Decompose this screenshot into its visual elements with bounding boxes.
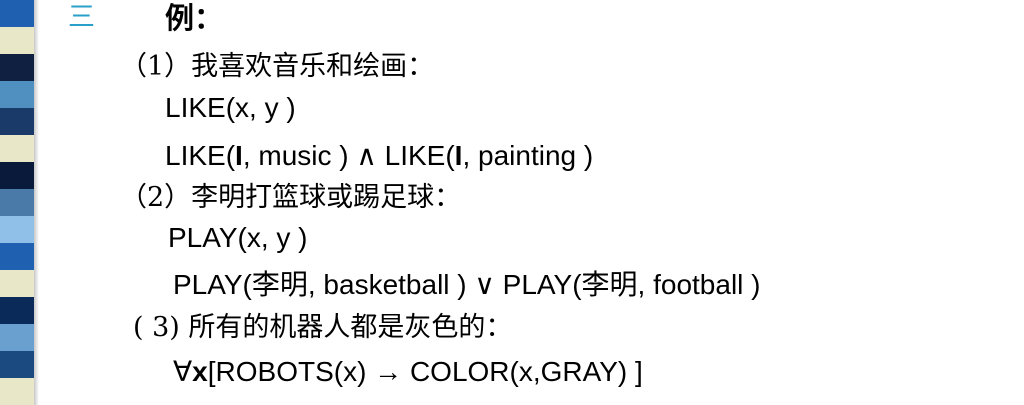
stripe-segment	[0, 297, 34, 324]
example-1-formula: LIKE(I, music ) ∧ LIKE(I, painting )	[165, 139, 593, 173]
stripe-segment	[0, 108, 34, 135]
stripe-segment	[0, 81, 34, 108]
example-2-predicate: PLAY(x, y )	[168, 222, 308, 253]
stripe-segment	[0, 243, 34, 270]
formula-part: PLAY(	[173, 269, 252, 300]
section-number: 三	[68, 2, 95, 33]
side-shadow	[34, 0, 39, 405]
formula-part: , football )	[637, 269, 761, 300]
example-1-predicate: LIKE(x, y )	[165, 92, 296, 123]
formula-part: LIKE(	[165, 140, 236, 171]
example-2-label: （2）李明打篮球或踢足球：	[120, 182, 462, 213]
example-3-label: ( 3) 所有的机器人都是灰色的：	[133, 312, 513, 343]
stripe-segment	[0, 324, 34, 351]
constant-I: I	[235, 140, 243, 171]
formula-part: , painting )	[462, 140, 594, 171]
formula-part: [ROBOTS(x) → COLOR(x,GRAY) ]	[207, 356, 643, 387]
stripe-segment	[0, 27, 34, 54]
stripe-segment	[0, 270, 34, 297]
stripe-segment	[0, 351, 34, 378]
bound-variable: x	[192, 356, 208, 387]
formula-part: , music ) ∧ LIKE(	[242, 140, 455, 171]
section-title: 例：	[165, 1, 224, 35]
stripe-segment	[0, 162, 34, 189]
forall-symbol: ∀	[173, 356, 193, 387]
side-stripe	[0, 0, 34, 405]
constant-liming: 李明	[251, 268, 308, 301]
stripe-segment	[0, 0, 34, 27]
stripe-segment	[0, 54, 34, 81]
stripe-segment	[0, 189, 34, 216]
stripe-segment	[0, 216, 34, 243]
example-1-label: （1）我喜欢音乐和绘画：	[120, 51, 435, 82]
example-2-formula: PLAY(李明, basketball ) ∨ PLAY(李明, footbal…	[173, 268, 761, 302]
constant-liming: 李明	[581, 268, 638, 301]
formula-part: , basketball ) ∨ PLAY(	[307, 269, 582, 300]
stripe-segment	[0, 378, 34, 405]
stripe-segment	[0, 135, 34, 162]
example-3-formula: ∀x[ROBOTS(x) → COLOR(x,GRAY) ]	[173, 355, 643, 389]
